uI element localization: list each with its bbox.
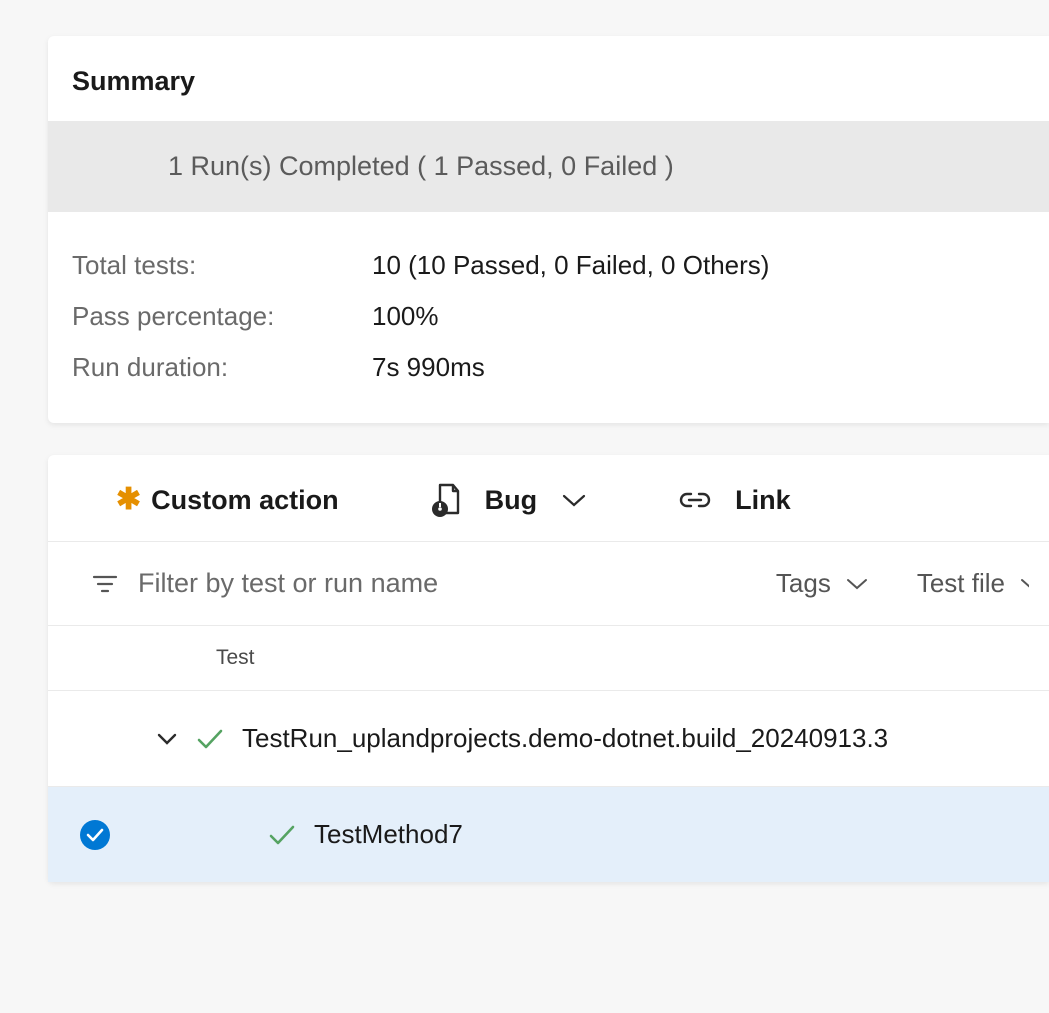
link-icon [679, 491, 711, 509]
tags-label: Tags [776, 568, 831, 599]
filter-row: Tags Test file [48, 542, 1049, 626]
chevron-down-icon [845, 577, 869, 591]
summary-title: Summary [48, 36, 1049, 121]
test-run-group-row[interactable]: TestRun_uplandprojects.demo-dotnet.build… [48, 691, 1049, 787]
stat-value: 7s 990ms [372, 352, 485, 383]
stat-value: 100% [372, 301, 439, 332]
summary-stats: Total tests: 10 (10 Passed, 0 Failed, 0 … [48, 212, 1049, 413]
stat-value: 10 (10 Passed, 0 Failed, 0 Others) [372, 250, 769, 281]
custom-action-button[interactable]: ✱ Custom action [116, 485, 339, 516]
stat-total-tests: Total tests: 10 (10 Passed, 0 Failed, 0 … [72, 240, 1025, 291]
bug-file-icon [431, 483, 461, 517]
chevron-down-icon [1019, 577, 1029, 591]
row-selected-checkbox[interactable] [80, 820, 110, 850]
group-row-name: TestRun_uplandprojects.demo-dotnet.build… [242, 723, 888, 754]
summary-card: Summary 1 Run(s) Completed ( 1 Passed, 0… [48, 36, 1049, 423]
toolbar: ✱ Custom action Bug [48, 455, 1049, 542]
stat-pass-percentage: Pass percentage: 100% [72, 291, 1025, 342]
runs-completed-banner: 1 Run(s) Completed ( 1 Passed, 0 Failed … [48, 121, 1049, 212]
filter-icon [92, 573, 118, 595]
stat-label: Run duration: [72, 352, 372, 383]
stat-label: Pass percentage: [72, 301, 372, 332]
test-result-row[interactable]: TestMethod7 [48, 787, 1049, 882]
link-button[interactable]: Link [679, 485, 791, 516]
bug-button[interactable]: Bug [431, 483, 587, 517]
pass-check-icon [268, 824, 296, 846]
stat-run-duration: Run duration: 7s 990ms [72, 342, 1025, 393]
stat-label: Total tests: [72, 250, 372, 281]
results-card: ✱ Custom action Bug [48, 455, 1049, 882]
tags-dropdown[interactable]: Tags [776, 568, 869, 599]
asterisk-icon: ✱ [116, 485, 141, 515]
bug-label: Bug [485, 485, 537, 516]
filter-input[interactable] [138, 568, 728, 599]
pass-check-icon [196, 728, 224, 750]
column-header-test[interactable]: Test [48, 626, 1049, 691]
test-file-label: Test file [917, 568, 1005, 599]
test-row-name: TestMethod7 [314, 819, 463, 850]
chevron-down-icon[interactable] [156, 732, 178, 746]
test-file-dropdown[interactable]: Test file [917, 568, 1029, 599]
custom-action-label: Custom action [151, 485, 339, 516]
link-label: Link [735, 485, 791, 516]
chevron-down-icon [561, 492, 587, 508]
